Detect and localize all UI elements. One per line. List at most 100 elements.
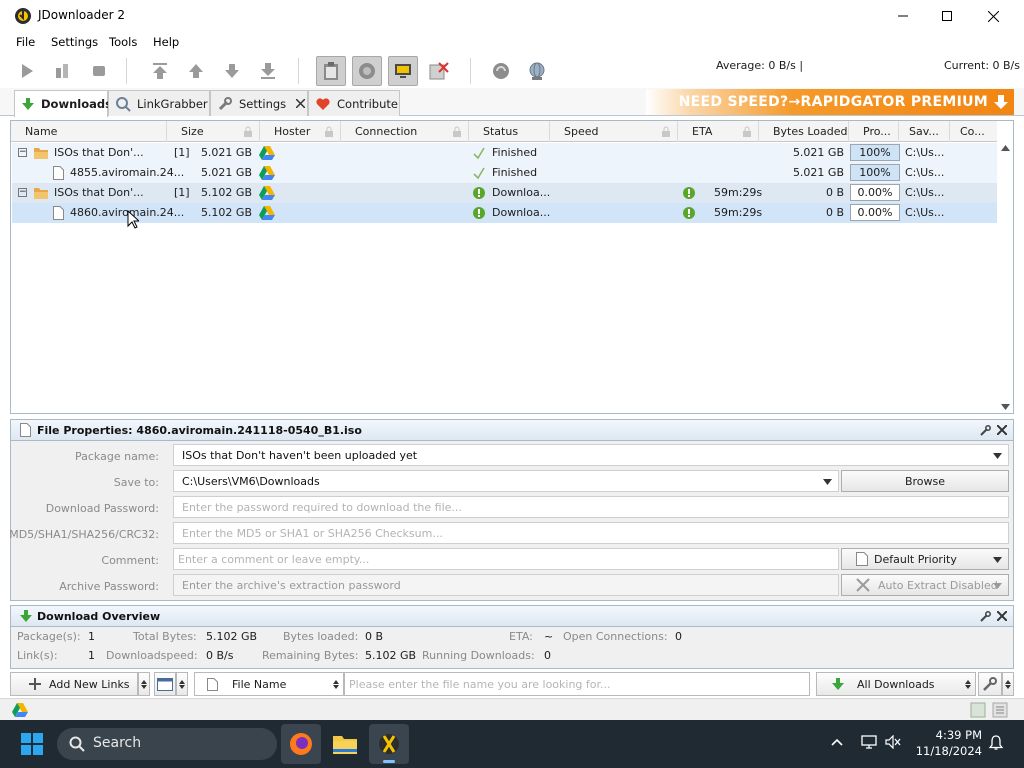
tab-label: LinkGrabber <box>137 96 208 111</box>
checksum-input[interactable]: Enter the MD5 or SHA1 or SHA256 Checksum… <box>173 522 1009 544</box>
minimize-button[interactable] <box>880 0 926 32</box>
file-row[interactable]: 4860.aviromain.24... 5.102 GB Downloa... 59… <box>12 203 997 223</box>
close-panel-icon[interactable] <box>997 611 1007 621</box>
add-links-menu-button[interactable] <box>138 672 150 696</box>
save-to-value: C:\Us... <box>905 146 945 159</box>
network-icon[interactable] <box>861 735 877 749</box>
tab-linkgrabber[interactable]: LinkGrabber <box>108 90 210 116</box>
column-header-bytes-loaded[interactable]: Bytes Loaded <box>759 121 849 142</box>
volume-muted-icon[interactable] <box>885 735 901 749</box>
wrench-icon[interactable] <box>980 611 991 622</box>
move-to-top-button[interactable] <box>145 56 175 86</box>
browse-button[interactable]: Browse <box>841 470 1009 492</box>
column-header-connection[interactable]: Connection <box>341 121 469 142</box>
close-button[interactable] <box>970 0 1016 32</box>
priority-dropdown[interactable]: Default Priority <box>841 548 1009 570</box>
column-header-hoster[interactable]: Hoster <box>260 121 341 142</box>
updown-arrow-icon <box>965 680 971 689</box>
move-to-bottom-button[interactable] <box>253 56 283 86</box>
globe-update-icon <box>529 62 545 80</box>
plus-icon <box>29 678 41 690</box>
chevron-down-icon[interactable] <box>823 479 832 485</box>
search-input[interactable]: Please enter the file name you are looki… <box>344 672 810 696</box>
archive-password-input[interactable]: Enter the archive's extraction password <box>173 574 839 596</box>
move-bottom-icon <box>261 63 275 79</box>
column-header-comment[interactable]: Co... <box>950 121 998 142</box>
close-tab-icon[interactable] <box>296 99 306 108</box>
package-row[interactable]: − ISOs that Don'... [1] 5.021 GB Finished 5.0… <box>12 143 997 163</box>
file-explorer-taskbar-button[interactable] <box>325 724 365 764</box>
jdownloader-taskbar-button[interactable] <box>369 724 409 764</box>
quick-settings-button[interactable] <box>154 672 176 696</box>
quick-settings-menu-button[interactable] <box>176 672 188 696</box>
taskbar-clock[interactable]: 4:39 PM 11/18/2024 <box>910 727 982 759</box>
scroll-down-icon[interactable] <box>1001 404 1010 410</box>
download-password-input[interactable]: Enter the password required to download … <box>173 496 1009 518</box>
status-refresh-icon[interactable] <box>970 702 986 718</box>
save-to-value: C:\Users\VM6\Downloads <box>182 475 320 488</box>
tab-label: Downloads <box>41 97 112 111</box>
package-row[interactable]: − ISOs that Don'... [1] 5.102 GB Downloa... 5… <box>12 183 997 203</box>
taskbar-search-box[interactable]: Search <box>57 728 277 760</box>
download-filter-label: All Downloads <box>857 677 935 691</box>
notification-bell-icon[interactable] <box>989 735 1003 751</box>
clipboard-observer-toggle[interactable] <box>316 56 346 86</box>
column-header-speed[interactable]: Speed <box>550 121 678 142</box>
auto-extract-dropdown[interactable]: Auto Extract Disabled <box>841 574 1009 596</box>
view-settings-button[interactable] <box>978 672 1002 696</box>
windows-taskbar: Search 4:39 PM 11/18/2024 <box>0 720 1024 768</box>
tab-contribute[interactable]: Contribute <box>308 90 400 116</box>
search-placeholder: Please enter the file name you are looki… <box>349 677 611 691</box>
column-header-progress[interactable]: Pro... <box>849 121 899 142</box>
column-header-size[interactable]: Size <box>167 121 260 142</box>
package-name-input[interactable]: ISOs that Don't haven't been uploaded ye… <box>173 444 1009 466</box>
search-icon <box>69 736 85 752</box>
menu-help[interactable]: Help <box>153 35 179 49</box>
taskbar-search-label: Search <box>93 735 142 751</box>
premium-banner[interactable]: NEED SPEED?→RAPIDGATOR PREMIUM <box>646 89 1014 115</box>
vertical-scrollbar[interactable] <box>997 121 1013 413</box>
reconnect-button[interactable] <box>486 56 516 86</box>
clear-list-button[interactable] <box>424 56 454 86</box>
column-header-save-to[interactable]: Sav... <box>899 121 950 142</box>
download-filter-dropdown[interactable]: All Downloads <box>816 672 976 696</box>
wrench-icon[interactable] <box>980 425 991 436</box>
tab-downloads[interactable]: Downloads <box>14 90 112 117</box>
chevron-up-icon[interactable] <box>831 738 843 746</box>
column-header-eta[interactable]: ETA <box>678 121 759 142</box>
silent-mode-toggle[interactable] <box>388 56 418 86</box>
comment-input[interactable]: Enter a comment or leave empty... <box>173 548 839 570</box>
move-up-button[interactable] <box>181 56 211 86</box>
menu-tools[interactable]: Tools <box>109 35 137 49</box>
pause-downloads-button[interactable] <box>48 56 78 86</box>
stop-icon <box>93 66 105 76</box>
move-down-button[interactable] <box>217 56 247 86</box>
menu-file[interactable]: File <box>16 35 35 49</box>
save-to-label: Save to: <box>113 476 159 489</box>
window-title: JDownloader 2 <box>38 8 125 22</box>
update-button[interactable] <box>522 56 552 86</box>
column-header-name[interactable]: Name <box>11 121 167 142</box>
column-header-status[interactable]: Status <box>469 121 550 142</box>
save-to-input[interactable]: C:\Users\VM6\Downloads <box>173 470 839 492</box>
add-new-links-button[interactable]: Add New Links <box>10 672 138 696</box>
start-downloads-button[interactable] <box>12 56 42 86</box>
menu-settings[interactable]: Settings <box>51 35 98 49</box>
view-settings-menu-button[interactable] <box>1002 672 1014 696</box>
status-list-icon[interactable] <box>992 702 1008 718</box>
search-field-selector[interactable]: File Name <box>194 672 344 696</box>
bytes-loaded-label: Bytes loaded: <box>283 630 359 643</box>
close-panel-icon[interactable] <box>997 425 1007 435</box>
tab-settings[interactable]: Settings <box>210 90 308 116</box>
reconnect-toggle[interactable] <box>352 56 382 86</box>
start-button[interactable] <box>12 724 52 764</box>
lock-icon <box>662 126 670 137</box>
scroll-up-icon[interactable] <box>1001 145 1010 151</box>
chevron-down-icon[interactable] <box>993 453 1002 459</box>
stop-downloads-button[interactable] <box>84 56 114 86</box>
maximize-button[interactable] <box>924 0 970 32</box>
file-row[interactable]: 4855.aviromain.24... 5.021 GB Finished 5.02… <box>12 163 997 183</box>
tab-label: Contribute <box>337 96 398 111</box>
firefox-taskbar-button[interactable] <box>281 724 321 764</box>
download-overview-title: Download Overview <box>37 610 161 623</box>
